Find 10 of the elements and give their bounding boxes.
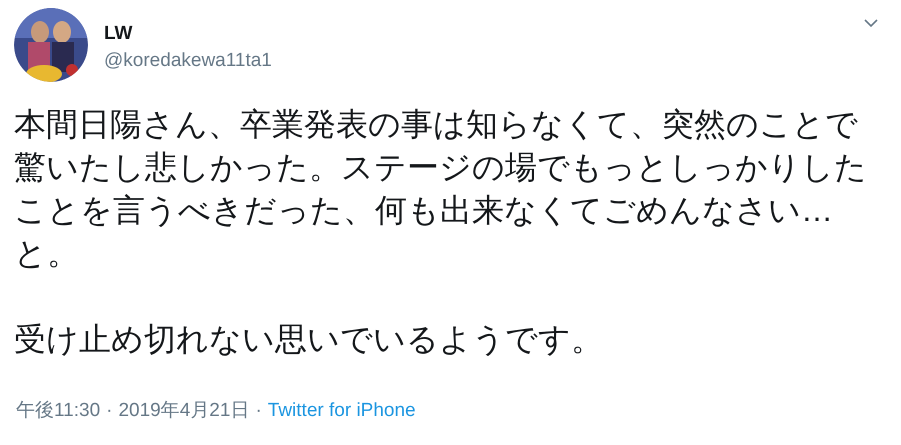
tweet-date[interactable]: 2019年4月21日 — [118, 398, 250, 424]
source-link[interactable]: Twitter for iPhone — [268, 398, 416, 424]
tweet-text: 受け止め切れない思いでいるようです。 — [14, 320, 604, 359]
author-name[interactable]: LW — [104, 22, 272, 46]
separator-dot: · — [106, 399, 112, 423]
tweet-timestamp[interactable]: 午後11:30 — [16, 398, 100, 424]
separator-dot: · — [255, 399, 262, 423]
chevron-down-icon[interactable] — [864, 19, 878, 28]
author-handle[interactable]: @koredakewa11ta1 — [104, 48, 272, 74]
tweet-text: 本間日陽さん、卒業発表の事は知らなくて、突然のことで驚いたし悲しかった。ステージの場でもっとしっかりしたことを言うべきだった、何も出来なくてごめんなさい… と。 — [14, 105, 868, 273]
